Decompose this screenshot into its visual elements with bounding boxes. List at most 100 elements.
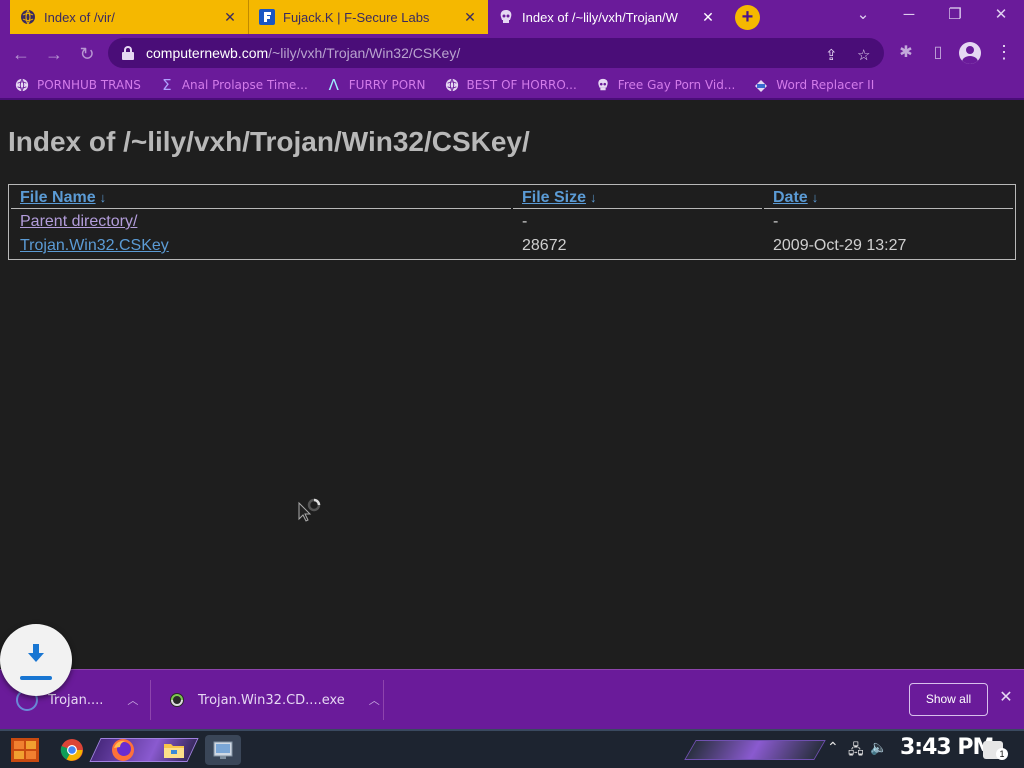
network-icon[interactable]: 🖧 bbox=[848, 739, 864, 763]
bookmark-item[interactable]: Free Gay Porn Vid... bbox=[595, 77, 735, 93]
screen: Index of /vir/ ✕ Fujack.K | F-Secure Lab… bbox=[0, 0, 1024, 768]
close-window-button[interactable]: ✕ bbox=[978, 0, 1024, 30]
bookmarks-bar: PORNHUB TRANS Σ Anal Prolapse Time... Λ … bbox=[0, 72, 1024, 100]
close-icon[interactable]: ✕ bbox=[700, 9, 716, 26]
bookmark-label: Anal Prolapse Time... bbox=[181, 78, 308, 92]
control-panel-taskbar-icon[interactable] bbox=[205, 735, 241, 765]
show-hidden-icons-chevron-icon[interactable]: ⌃ bbox=[827, 739, 839, 756]
tab-search-icon[interactable]: ⌄ bbox=[840, 0, 886, 30]
download-filename: Trojan.... bbox=[48, 692, 104, 708]
file-explorer-taskbar-icon[interactable] bbox=[159, 735, 189, 765]
sort-by-size-link[interactable]: File Size bbox=[522, 189, 586, 206]
sort-by-name-link[interactable]: File Name bbox=[20, 189, 96, 206]
download-filename: Trojan.Win32.CD....exe bbox=[198, 692, 345, 708]
bookmark-label: PORNHUB TRANS bbox=[37, 78, 141, 92]
share-icon[interactable]: ⇪ bbox=[825, 46, 838, 64]
tab-index-vir[interactable]: Index of /vir/ ✕ bbox=[10, 0, 248, 34]
volume-icon[interactable]: 🔈 bbox=[870, 739, 887, 756]
table-row: Parent directory/ - - bbox=[11, 211, 1013, 233]
file-size-cell: 28672 bbox=[522, 237, 567, 254]
reload-button[interactable]: ↻ bbox=[74, 41, 100, 67]
skull-icon bbox=[498, 9, 514, 25]
menu-kebab-icon[interactable]: ⋮ bbox=[995, 42, 1013, 64]
minimize-button[interactable]: ─ bbox=[886, 0, 932, 30]
file-name-cell: Parent directory/ bbox=[11, 211, 511, 233]
profile-avatar[interactable] bbox=[959, 42, 981, 64]
table-row: Trojan.Win32.CSKey 28672 2009-Oct-29 13:… bbox=[11, 235, 1013, 257]
bookmark-label: Free Gay Porn Vid... bbox=[617, 78, 736, 92]
forward-button[interactable]: → bbox=[41, 41, 67, 67]
chevron-up-icon[interactable]: ︿ bbox=[369, 692, 380, 708]
new-tab-button[interactable]: + bbox=[735, 5, 760, 30]
restore-button[interactable]: ❐ bbox=[932, 0, 978, 30]
globe-icon bbox=[444, 77, 460, 93]
file-date-cell: - bbox=[773, 213, 779, 230]
bookmark-item[interactable]: PORNHUB TRANS bbox=[14, 77, 141, 93]
file-name-cell: Trojan.Win32.CSKey bbox=[11, 235, 511, 257]
extensions-icon[interactable]: ✱ bbox=[895, 42, 917, 62]
side-panel-icon[interactable]: ▯ bbox=[927, 42, 949, 62]
globe-icon bbox=[20, 9, 36, 25]
sort-by-date-link[interactable]: Date bbox=[773, 189, 808, 206]
page-title: Index of /~lily/vxh/Trojan/Win32/CSKey/ bbox=[8, 126, 530, 157]
parent-directory-link[interactable]: Parent directory/ bbox=[20, 213, 137, 230]
sort-arrow-icon[interactable]: ↓ bbox=[100, 190, 107, 205]
tab-fsecure[interactable]: Fujack.K | F-Secure Labs ✕ bbox=[248, 0, 488, 34]
tab-title: Index of /vir/ bbox=[44, 9, 115, 25]
downloads-button[interactable] bbox=[0, 624, 72, 696]
address-bar[interactable]: computernewb.com/~lily/vxh/Trojan/Win32/… bbox=[108, 38, 884, 68]
close-icon[interactable]: ✕ bbox=[222, 9, 238, 26]
globe-icon bbox=[14, 77, 30, 93]
bookmark-item[interactable]: Σ Anal Prolapse Time... bbox=[159, 76, 308, 94]
sigma-icon: Σ bbox=[162, 76, 172, 94]
taskbar: ⌃ 🖧 🔈 3:43 PM 1 bbox=[0, 729, 1024, 768]
download-icon bbox=[28, 644, 44, 662]
bookmark-label: Word Replacer II bbox=[776, 78, 875, 92]
exe-file-icon bbox=[166, 689, 188, 711]
tab-strip: Index of /vir/ ✕ Fujack.K | F-Secure Lab… bbox=[0, 0, 1024, 34]
start-button-icon[interactable] bbox=[8, 735, 42, 765]
divider bbox=[383, 680, 384, 720]
download-progress-bar bbox=[20, 676, 52, 680]
bookmark-item[interactable]: Word Replacer II bbox=[753, 77, 874, 93]
back-button[interactable]: ← bbox=[8, 41, 34, 67]
file-listing-table: File Name ↓ File Size ↓ Date ↓ Parent direc… bbox=[8, 184, 1016, 260]
system-clock[interactable]: 3:43 PM bbox=[900, 735, 994, 760]
download-shelf: Trojan.... ︿ Trojan.Win32.CD....exe ︿ Sh… bbox=[0, 669, 1024, 729]
url-text: computernewb.com/~lily/vxh/Trojan/Win32/… bbox=[146, 45, 461, 61]
tab-title: Fujack.K | F-Secure Labs bbox=[283, 9, 430, 25]
fsecure-logo-icon bbox=[259, 9, 275, 25]
column-header-file-size: File Size ↓ bbox=[513, 187, 762, 209]
column-header-date: Date ↓ bbox=[764, 187, 1013, 209]
download-item[interactable]: Trojan.Win32.CD....exe ︿ bbox=[166, 682, 380, 718]
bookmark-label: BEST OF HORRO... bbox=[466, 78, 577, 92]
wr-icon bbox=[753, 77, 769, 93]
busy-cursor-icon bbox=[298, 498, 321, 522]
notification-count-badge: 1 bbox=[996, 748, 1008, 760]
page-content: Index of /~lily/vxh/Trojan/Win32/CSKey/ … bbox=[0, 102, 1024, 669]
tab-title: Index of /~lily/vxh/Trojan/W bbox=[522, 9, 678, 25]
sort-arrow-icon[interactable]: ↓ bbox=[812, 190, 819, 205]
sort-arrow-icon[interactable]: ↓ bbox=[590, 190, 597, 205]
file-link[interactable]: Trojan.Win32.CSKey bbox=[20, 237, 169, 254]
skull-icon bbox=[595, 77, 611, 93]
divider bbox=[150, 680, 151, 720]
close-shelf-icon[interactable]: ✕ bbox=[996, 688, 1016, 708]
file-date-cell: 2009-Oct-29 13:27 bbox=[773, 237, 907, 254]
bookmark-item[interactable]: BEST OF HORRO... bbox=[444, 77, 577, 93]
firefox-taskbar-icon[interactable] bbox=[108, 735, 138, 765]
lambda-icon: Λ bbox=[328, 76, 339, 94]
bookmark-label: FURRY PORN bbox=[348, 78, 426, 92]
bookmark-star-icon[interactable]: ☆ bbox=[857, 46, 870, 64]
chevron-up-icon[interactable]: ︿ bbox=[127, 692, 138, 708]
close-icon[interactable]: ✕ bbox=[462, 9, 478, 26]
tab-cskey-index[interactable]: Index of /~lily/vxh/Trojan/W ✕ bbox=[488, 0, 726, 34]
column-header-file-name: File Name ↓ bbox=[11, 187, 511, 209]
show-all-downloads-button[interactable]: Show all bbox=[909, 683, 988, 716]
taskbar-decoration bbox=[684, 740, 826, 760]
bookmark-item[interactable]: Λ FURRY PORN bbox=[326, 76, 426, 94]
file-size-cell: - bbox=[522, 213, 528, 230]
chrome-taskbar-icon[interactable] bbox=[57, 735, 87, 765]
lock-icon bbox=[122, 46, 134, 60]
browser-toolbar: ← → ↻ computernewb.com/~lily/vxh/Trojan/… bbox=[0, 34, 1024, 72]
